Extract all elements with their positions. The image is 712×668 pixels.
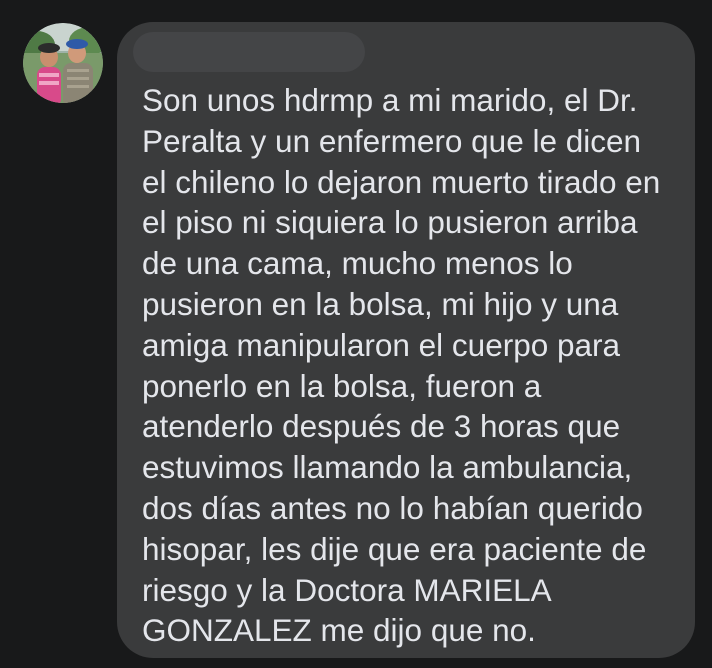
redacted-sender-name[interactable]	[133, 32, 365, 72]
sender-avatar[interactable]	[23, 23, 103, 103]
profile-photo-avatar-icon	[23, 23, 103, 103]
message-text: Son unos hdrmp a mi marido, el Dr. Peral…	[142, 82, 661, 649]
message-bubble[interactable]: Son unos hdrmp a mi marido, el Dr. Peral…	[117, 22, 695, 658]
chat-screen: Son unos hdrmp a mi marido, el Dr. Peral…	[0, 0, 712, 668]
